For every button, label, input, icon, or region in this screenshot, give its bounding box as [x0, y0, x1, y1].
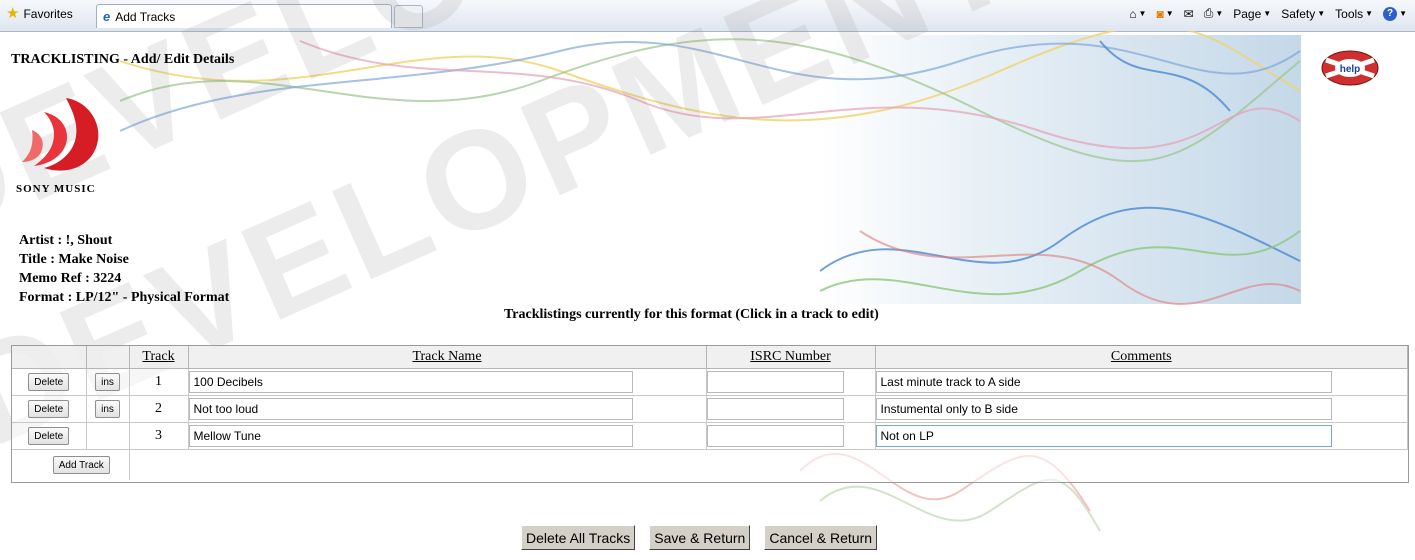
header-track[interactable]: Track — [129, 346, 189, 369]
memo-ref-text: Memo Ref : 3224 — [19, 271, 122, 286]
delete-all-tracks-button[interactable]: Delete All Tracks — [521, 525, 636, 550]
delete-button[interactable]: Delete — [28, 373, 70, 392]
header-comments[interactable]: Comments — [875, 346, 1408, 369]
comments-input[interactable] — [875, 398, 1332, 420]
tracklist-caption: Tracklistings currently for this format … — [504, 307, 879, 322]
mail-icon: ✉ — [1183, 6, 1194, 21]
table-row: Delete 3 — [12, 422, 1408, 450]
comments-input[interactable] — [875, 425, 1332, 447]
favorites-label: Favorites — [23, 7, 73, 21]
isrc-input[interactable] — [706, 398, 844, 420]
chevron-down-icon: ▼ — [1317, 9, 1326, 18]
save-return-button[interactable]: Save & Return — [649, 525, 751, 550]
track-number: 2 — [129, 395, 189, 423]
print-button[interactable]: ⎙ ▼ — [1204, 6, 1224, 21]
title-text: Title : Make Noise — [19, 252, 129, 267]
track-number: 1 — [129, 368, 189, 396]
page-menu-label: Page — [1233, 6, 1262, 21]
favorites-button[interactable]: ★ Favorites — [6, 5, 73, 22]
header-track-name[interactable]: Track Name — [188, 346, 707, 369]
help-menu[interactable]: ? ▼ — [1383, 6, 1407, 21]
track-name-input[interactable] — [188, 425, 633, 447]
insert-button[interactable]: ins — [95, 373, 120, 392]
home-button[interactable]: ⌂ ▼ — [1129, 7, 1146, 21]
tracklist-table: Track Track Name ISRC Number Comments De… — [11, 345, 1409, 483]
comments-input[interactable] — [875, 371, 1332, 393]
help-lifebuoy-icon[interactable]: help — [1320, 48, 1380, 88]
rss-icon: ◙ — [1156, 6, 1164, 21]
mail-button[interactable]: ✉ — [1184, 7, 1194, 21]
insert-button[interactable]: ins — [95, 400, 120, 419]
header-delete — [12, 346, 87, 369]
artist-text: Artist : !, Shout — [19, 233, 113, 248]
chevron-down-icon: ▼ — [1215, 9, 1224, 18]
empty-insert-cell — [86, 422, 130, 450]
safety-menu-label: Safety — [1281, 6, 1316, 21]
table-row: Delete ins 1 — [12, 368, 1408, 396]
format-text: Format : LP/12" - Physical Format — [19, 290, 230, 305]
safety-menu[interactable]: Safety ▼ — [1281, 7, 1325, 21]
release-details: Artist : !, Shout Title : Make Noise Mem… — [19, 231, 229, 307]
isrc-input[interactable] — [706, 371, 844, 393]
delete-button[interactable]: Delete — [28, 427, 70, 446]
chevron-down-icon: ▼ — [1399, 9, 1407, 18]
page-title: TRACKLISTING - Add/ Edit Details — [11, 52, 235, 67]
add-track-row: Add Track — [12, 449, 1408, 480]
star-icon: ★ — [6, 5, 20, 22]
chevron-down-icon: ▼ — [1165, 9, 1174, 18]
command-bar: ⌂ ▼ ◙ ▼ ✉ ⎙ ▼ Page ▼ Safety ▼ Tools ▼ ? ▼ — [1129, 6, 1415, 21]
header-insert — [86, 346, 130, 369]
help-label: help — [1340, 64, 1361, 75]
question-icon: ? — [1383, 6, 1398, 21]
logo-text: SONY MUSIC — [16, 183, 96, 195]
track-name-input[interactable] — [188, 371, 633, 393]
home-icon: ⌂ — [1129, 6, 1137, 21]
chevron-down-icon: ▼ — [1365, 9, 1374, 18]
isrc-input[interactable] — [706, 425, 844, 447]
track-name-input[interactable] — [188, 398, 633, 420]
form-actions: Delete All Tracks Save & Return Cancel &… — [521, 525, 878, 550]
page-menu[interactable]: Page ▼ — [1233, 7, 1271, 21]
add-track-button[interactable]: Add Track — [52, 456, 110, 475]
delete-button[interactable]: Delete — [28, 400, 70, 419]
header-isrc[interactable]: ISRC Number — [706, 346, 876, 369]
chevron-down-icon: ▼ — [1263, 9, 1272, 18]
track-number: 3 — [129, 422, 189, 450]
tools-menu[interactable]: Tools ▼ — [1335, 7, 1373, 21]
printer-icon: ⎙ — [1203, 6, 1214, 20]
feeds-button[interactable]: ◙ ▼ — [1156, 7, 1173, 21]
tools-menu-label: Tools — [1335, 6, 1364, 21]
table-header-row: Track Track Name ISRC Number Comments — [12, 346, 1408, 369]
chevron-down-icon: ▼ — [1138, 9, 1147, 18]
table-row: Delete ins 2 — [12, 395, 1408, 423]
ie-logo-icon: e — [103, 9, 111, 24]
sony-music-logo — [22, 98, 99, 171]
cancel-return-button[interactable]: Cancel & Return — [764, 525, 878, 550]
